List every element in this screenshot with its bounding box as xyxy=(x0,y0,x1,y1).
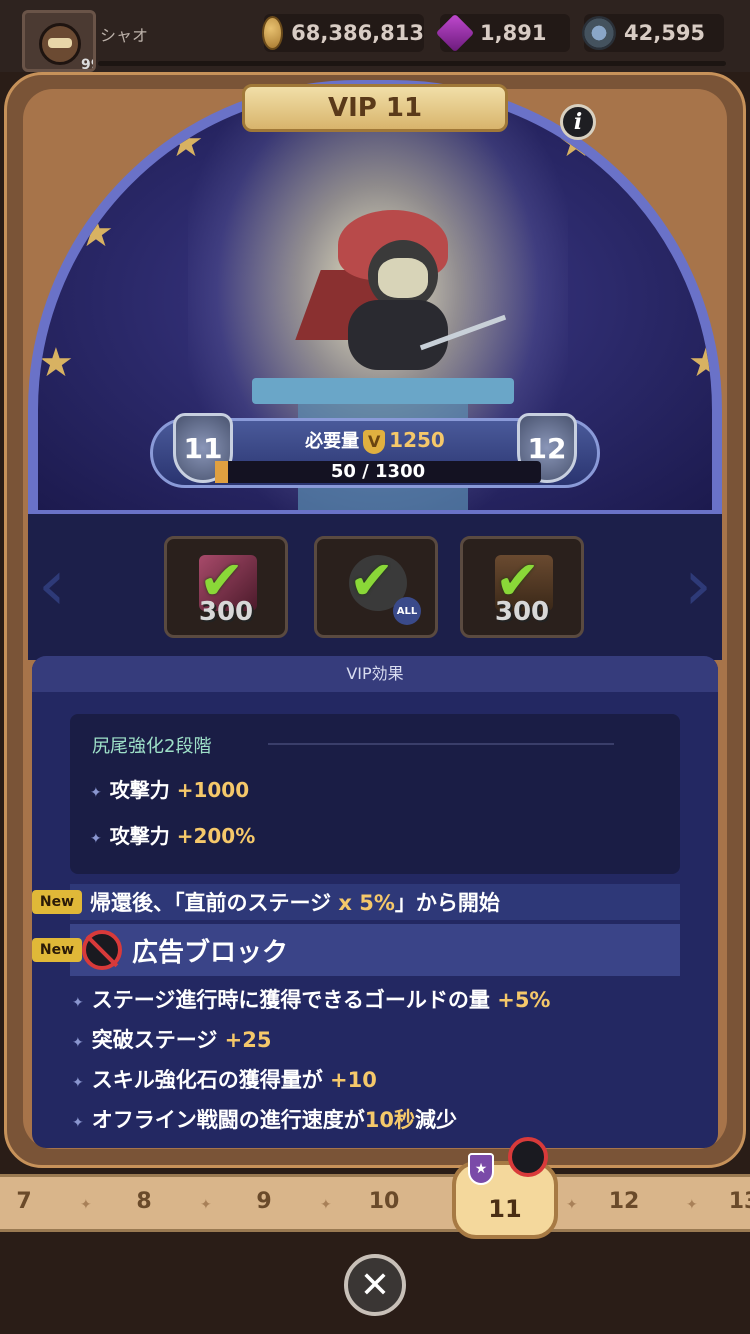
gold-coin-icon xyxy=(262,16,284,50)
effect-row: ✦ ステージ進行時に獲得できるゴールドの量 +5% xyxy=(72,988,551,1012)
vip-effects-panel: VIP効果 尻尾強化2段階 ✦ 攻撃力 +1000 ✦ 攻撃力 +200% New … xyxy=(32,656,718,1148)
reward-amount: 300 xyxy=(494,597,550,627)
star-decoration-icon: ★ xyxy=(78,210,114,256)
tab-vip-11-active[interactable]: ★ 11 xyxy=(452,1137,558,1239)
effect-row: ✦ 突破ステージ +25 xyxy=(72,1028,272,1052)
tab-vip-9[interactable]: 9 xyxy=(234,1189,294,1214)
new-badge: New xyxy=(32,890,82,914)
tab-vip-13[interactable]: 13 xyxy=(714,1189,750,1214)
skill-divider xyxy=(268,743,614,745)
vip-rewards-area: ‹ › ✔ 300 ✔ ALL ✔ 300 xyxy=(28,514,722,660)
player-avatar[interactable]: 99 xyxy=(22,10,96,72)
tab-vip-10[interactable]: 10 xyxy=(354,1189,414,1214)
tab-vip-7[interactable]: 7 xyxy=(0,1189,54,1214)
plus-icon: ✦ xyxy=(90,831,102,847)
ad-block-text: 広告ブロック xyxy=(132,937,289,968)
previous-arrow-icon[interactable]: ‹ xyxy=(38,544,66,626)
avatar-level: 99 xyxy=(81,57,93,72)
orb-amount: 42,595 xyxy=(624,21,706,45)
no-ads-icon xyxy=(508,1137,548,1177)
skill-effect-item: ✦ 攻撃力 +200% xyxy=(90,824,256,848)
star-decoration-icon: ★ xyxy=(168,120,204,166)
star-decoration-icon: ★ xyxy=(38,340,74,386)
username: シャオ xyxy=(100,26,149,45)
pedestal-top xyxy=(252,378,514,404)
star-decoration-icon: ★ xyxy=(668,210,704,256)
new-effect-row: New 広告ブロック xyxy=(32,924,680,976)
all-badge: ALL xyxy=(393,597,421,625)
vip-point-icon: V xyxy=(363,430,386,454)
plus-icon: ✦ xyxy=(72,1115,84,1131)
required-amount-row: 必要量 V 1250 xyxy=(153,427,597,454)
plus-icon: ✦ xyxy=(72,1035,84,1051)
close-button[interactable]: ✕ xyxy=(344,1254,406,1316)
new-effect-text: 帰還後、「直前のステージ x 5%」から開始 xyxy=(90,891,500,915)
gem-resource: 1,891 xyxy=(435,13,570,53)
skill-title: 尻尾強化2段階 xyxy=(92,736,212,757)
new-badge: New xyxy=(32,938,82,962)
plus-icon: ✦ xyxy=(72,1075,84,1091)
effect-row: ✦ スキル強化石の獲得量が +10 xyxy=(72,1068,377,1092)
plus-icon: ✦ xyxy=(90,785,102,801)
no-ads-icon xyxy=(82,930,122,970)
purple-gem-icon xyxy=(435,13,475,53)
new-effect-row: New 帰還後、「直前のステージ x 5%」から開始 xyxy=(32,884,680,920)
gold-amount: 68,386,813 xyxy=(291,21,424,45)
reward-scroll[interactable]: ✔ 300 xyxy=(460,536,584,638)
avatar-portrait xyxy=(39,23,81,65)
plus-icon: ✦ xyxy=(72,995,84,1011)
required-value: 1250 xyxy=(389,428,445,452)
check-icon: ✔ xyxy=(349,549,395,612)
reward-character[interactable]: ✔ ALL xyxy=(314,536,438,638)
tab-vip-12[interactable]: 12 xyxy=(594,1189,654,1214)
vip-level-tabs: 7 ✦ 8 ✦ 9 ✦ 10 ★ 11 ✦ 12 ✦ 13 xyxy=(0,1137,750,1239)
reward-amount: 300 xyxy=(198,597,254,627)
tab-vip-8[interactable]: 8 xyxy=(114,1189,174,1214)
gold-resource: 68,386,813 xyxy=(262,14,424,52)
active-tab-label: 11 xyxy=(488,1195,522,1223)
skill-effect-item: ✦ 攻撃力 +1000 xyxy=(90,778,250,802)
orb-resource: 42,595 xyxy=(582,14,724,52)
top-resource-bar: 99 シャオ 68,386,813 1,891 42,595 xyxy=(0,0,750,72)
effect-row: ✦ オフライン戦闘の進行速度が10秒減少 xyxy=(72,1108,457,1132)
vip-level-title: VIP 11 xyxy=(242,84,508,132)
reward-gem[interactable]: ✔ 300 xyxy=(164,536,288,638)
vip-progress-text: 50 / 1300 xyxy=(330,461,426,482)
vip-shield-icon: ★ xyxy=(468,1153,494,1185)
required-label: 必要量 xyxy=(305,431,360,452)
info-icon[interactable]: i xyxy=(560,104,596,140)
vip-effects-header: VIP効果 xyxy=(32,656,718,692)
vip-hero-character xyxy=(295,210,507,380)
skill-effect-box: 尻尾強化2段階 ✦ 攻撃力 +1000 ✦ 攻撃力 +200% xyxy=(70,714,680,874)
gem-amount: 1,891 xyxy=(480,21,547,45)
player-xp-bar xyxy=(98,61,726,66)
next-arrow-icon[interactable]: › xyxy=(684,544,712,626)
vip-progress-plate: 11 12 必要量 V 1250 50 / 1300 xyxy=(150,413,600,488)
vip-progress-bar: 50 / 1300 xyxy=(215,461,541,483)
orb-icon xyxy=(582,16,616,50)
